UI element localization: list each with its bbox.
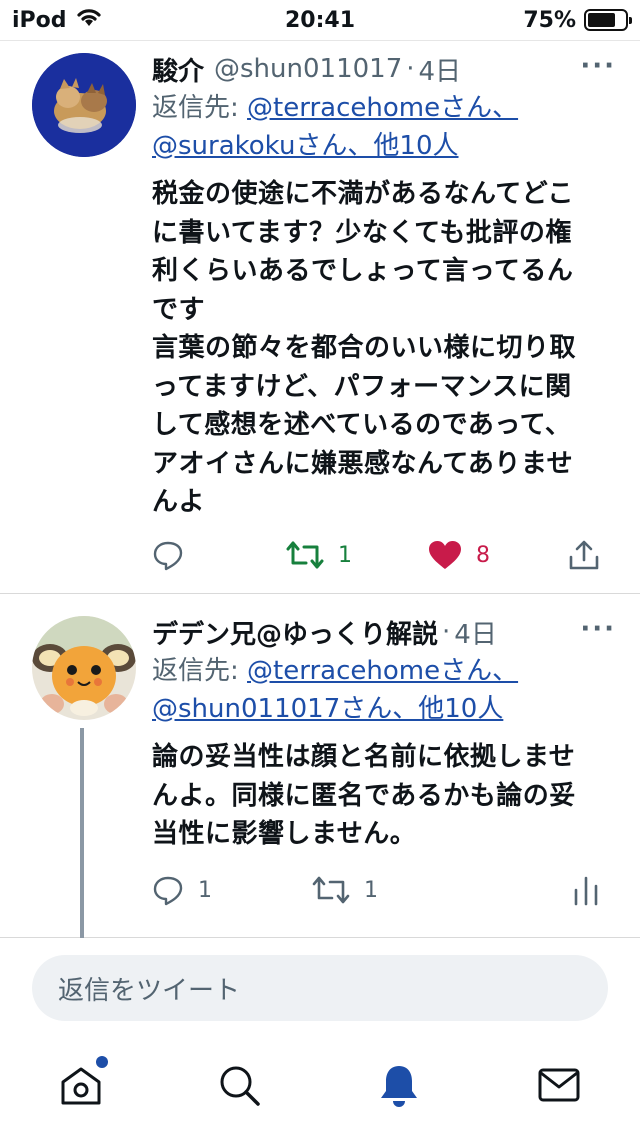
avatar[interactable] (32, 53, 136, 157)
retweet-count: 1 (364, 877, 378, 903)
more-options-icon[interactable]: ··· (580, 51, 616, 81)
tweet[interactable]: デデン兄@ゆっくり解説 · 4日 ··· 返信先: @terracehomeさん… (0, 594, 640, 938)
tab-bar (0, 1040, 640, 1136)
reply-mention-link[interactable]: @terracehomeさん、 (247, 93, 518, 123)
battery-percent: 75% (523, 7, 576, 33)
user-handle[interactable]: @shun011017 (214, 54, 402, 84)
tab-home[interactable] (58, 1056, 108, 1108)
reply-to-line: 返信先: @terracehomeさん、 @shun011017さん、他10人 (152, 652, 616, 728)
tweet-date[interactable]: 4日 (454, 614, 497, 651)
separator-dot: · (406, 54, 415, 84)
tweet-actions: 1 8 (152, 535, 600, 575)
like-count: 8 (476, 542, 490, 568)
share-button[interactable] (568, 539, 600, 571)
tweet-date[interactable]: 4日 (419, 51, 462, 88)
retweet-count: 1 (338, 542, 352, 568)
cat-photo-avatar-icon (32, 53, 136, 157)
notification-dot (96, 1056, 108, 1068)
reply-icon (153, 876, 183, 906)
reply-to-label: 返信先: (152, 93, 248, 123)
battery-icon (584, 9, 632, 31)
reply-to-line: 返信先: @terracehomeさん、 @surakokuさん、他10人 (152, 89, 616, 165)
search-icon (220, 1066, 260, 1106)
tweet[interactable]: 駿介 @shun011017 · 4日 ··· 返信先: @terracehom… (0, 40, 640, 594)
heart-filled-icon (429, 541, 461, 569)
battery-level (588, 13, 615, 27)
tab-search[interactable] (216, 1062, 262, 1108)
status-bar: iPod 20:41 75% (0, 0, 640, 40)
reply-mention-link[interactable]: @surakokuさん、他10人 (152, 131, 459, 161)
more-options-icon[interactable]: ··· (580, 614, 616, 644)
wifi-icon (75, 6, 103, 34)
retweet-icon (286, 541, 324, 569)
tab-notifications[interactable] (376, 1062, 422, 1108)
tweet-text: 税金の使途に不満があるなんてどこ に書いてます？少なくても批評の権 利くらいある… (152, 179, 577, 517)
analytics-button[interactable] (572, 874, 600, 906)
reply-count: 1 (198, 877, 212, 903)
notifications-icon (381, 1066, 417, 1107)
home-icon (61, 1067, 101, 1105)
carrier-label: iPod (12, 7, 67, 33)
reply-mention-link[interactable]: @shun011017さん、他10人 (152, 694, 503, 724)
like-button[interactable]: 8 (428, 540, 490, 570)
thread-line (80, 728, 84, 938)
dedenne-avatar-icon (32, 616, 136, 720)
retweet-button[interactable]: 1 (312, 874, 378, 906)
tweet-text: 論の妥当性は顔と名前に依拠しませ んよ。同様に匿名であるかも論の妥 当性に影響し… (152, 742, 576, 849)
avatar[interactable] (32, 616, 136, 720)
reply-to-label: 返信先: (152, 656, 248, 686)
reply-mention-link[interactable]: @terracehomeさん、 (247, 656, 518, 686)
tweet-actions: 1 1 (152, 870, 600, 910)
reply-placeholder: 返信をツイート (58, 975, 241, 1006)
analytics-icon (574, 876, 598, 906)
tab-messages[interactable] (536, 1062, 582, 1108)
reply-button[interactable] (152, 539, 184, 571)
reply-tweet-input[interactable]: 返信をツイート (32, 955, 608, 1021)
reply-icon (153, 541, 183, 571)
retweet-icon (312, 876, 350, 904)
separator-dot: · (442, 617, 451, 647)
user-display-name[interactable]: 駿介 (152, 51, 204, 88)
messages-icon (538, 1068, 580, 1102)
user-display-name[interactable]: デデン兄@ゆっくり解説 (152, 614, 438, 651)
share-icon (569, 540, 599, 570)
reply-button[interactable]: 1 (152, 874, 212, 906)
retweet-button[interactable]: 1 (286, 539, 352, 571)
